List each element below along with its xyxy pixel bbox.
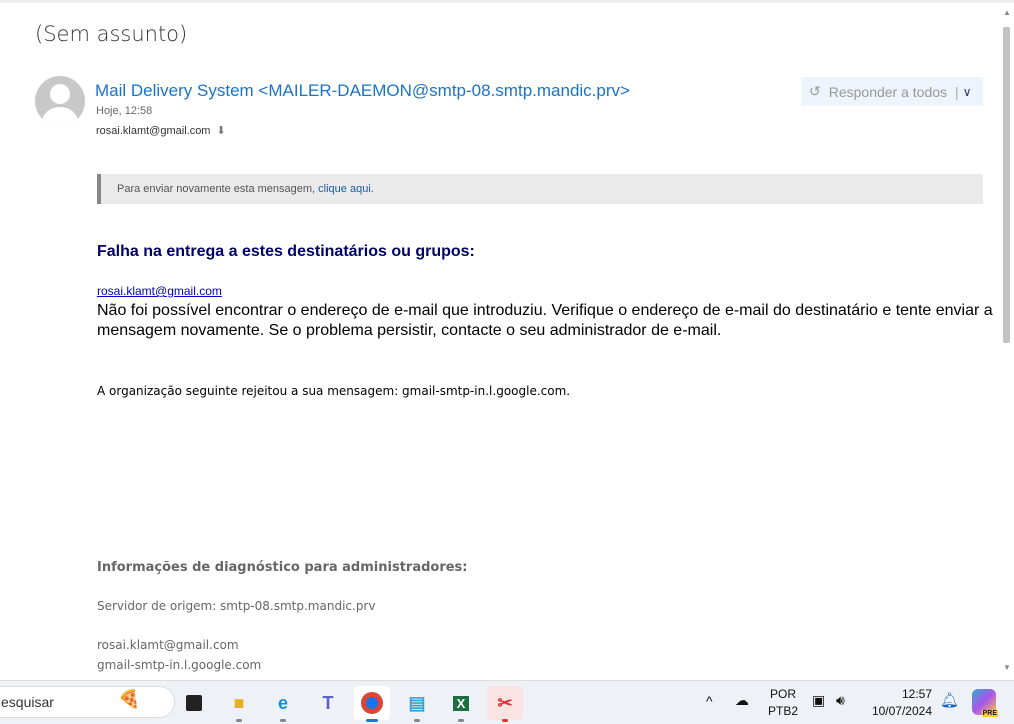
expand-recipients-icon[interactable]: ⬇︎: [216, 125, 225, 137]
scroll-down-icon[interactable]: ▼: [1003, 663, 1011, 672]
folder-icon: ■: [233, 692, 245, 713]
divider: |: [955, 83, 959, 100]
pizza-icon: 🍕: [118, 689, 141, 709]
cloud-offline-icon[interactable]: ☁: [735, 692, 749, 709]
reply-all-button[interactable]: ↺ Responder a todos | ∨: [801, 77, 983, 106]
teams-icon: T: [322, 692, 334, 713]
email-date: Hoje, 12:58: [96, 105, 153, 117]
edge-button[interactable]: e: [265, 686, 301, 722]
failed-recipient-link[interactable]: rosai.klamt@gmail.com: [97, 284, 222, 298]
reply-all-label: Responder a todos: [828, 83, 948, 100]
file-explorer-button[interactable]: ■: [221, 686, 257, 722]
snipping-tool-button[interactable]: ✂: [487, 686, 523, 722]
network-icon[interactable]: ▣: [812, 692, 825, 709]
org-rejected: A organização seguinte rejeitou a sua me…: [97, 384, 571, 398]
top-border: [0, 0, 1014, 3]
language-indicator[interactable]: POR PTB2: [768, 687, 798, 718]
copilot-badge: PRE: [981, 710, 998, 717]
failure-message: Não foi possível encontrar o endereço de…: [97, 302, 993, 339]
failure-title: Falha na entrega a estes destinatários o…: [97, 243, 475, 260]
origin-server: Servidor de origem: smtp-08.smtp.mandic.…: [97, 599, 376, 613]
recipient-line: rosai.klamt@gmail.com ⬇︎: [96, 124, 226, 137]
taskbar: esquisar 🍕 ■ e T ▤ X ✂ ^ ☁ POR PTB2 ▣ 🔊︎ …: [0, 680, 1014, 724]
notice-text: Para enviar novamente esta mensagem,: [117, 183, 319, 195]
clock[interactable]: 12:57 10/07/2024: [868, 687, 932, 718]
scrollbar[interactable]: ▲ ▼: [1000, 3, 1014, 679]
chevron-down-icon[interactable]: ∨: [963, 85, 972, 99]
diagnostic-title: Informações de diagnóstico para administ…: [97, 560, 468, 575]
time: 12:57: [901, 687, 932, 701]
task-view-icon: [186, 695, 202, 711]
recipient[interactable]: rosai.klamt@gmail.com: [96, 125, 210, 137]
layout: PTB2: [768, 704, 799, 718]
sender[interactable]: Mail Delivery System <MAILER-DAEMON@smtp…: [95, 81, 630, 101]
teams-button[interactable]: T: [310, 686, 346, 720]
lang: POR: [770, 687, 797, 701]
chevron-up-icon[interactable]: ^: [706, 693, 713, 709]
diag-recipient: rosai.klamt@gmail.com: [97, 638, 239, 652]
resend-notice: Para enviar novamente esta mensagem, cli…: [97, 174, 983, 204]
taskbar-search[interactable]: esquisar: [0, 686, 175, 718]
notice-end: .: [370, 183, 374, 195]
excel-icon: X: [452, 695, 470, 711]
diag-host: gmail-smtp-in.l.google.com: [97, 658, 262, 672]
date: 10/07/2024: [871, 704, 932, 718]
volume-icon[interactable]: 🔊︎: [836, 692, 845, 709]
chrome-button[interactable]: [354, 686, 390, 722]
notepad-icon: ▤: [408, 692, 426, 713]
edge-icon: e: [277, 692, 288, 713]
reply-all-icon: ↺: [809, 83, 821, 99]
scrollbar-thumb[interactable]: [1003, 27, 1010, 343]
email-subject: (Sem assunto): [35, 22, 188, 46]
chrome-icon: [361, 692, 383, 714]
resend-link[interactable]: clique aqui: [318, 183, 371, 195]
notification-bell-icon[interactable]: 🔔︎: [940, 691, 959, 709]
scissors-icon: ✂: [497, 692, 513, 713]
sender-avatar: [35, 76, 85, 126]
excel-button[interactable]: X: [443, 686, 479, 722]
copilot-button[interactable]: PRE: [972, 689, 998, 717]
scroll-up-icon[interactable]: ▲: [1003, 8, 1011, 17]
task-view-button[interactable]: [176, 686, 212, 720]
notepad-button[interactable]: ▤: [399, 686, 435, 722]
